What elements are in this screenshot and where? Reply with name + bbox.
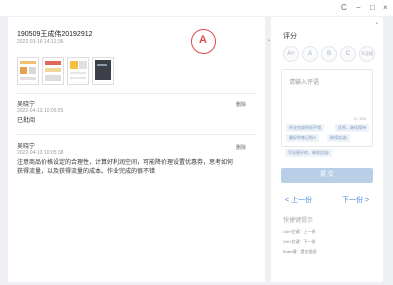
submission-panel: 190509王成伟20192912 2022-03-16 14:12:36 A …: [8, 17, 271, 282]
submission-title: 190509王成伟20192912: [17, 31, 93, 38]
char-counter: 0 / 100: [353, 116, 366, 121]
grade-option-a-plus[interactable]: A+: [283, 46, 299, 62]
grade-stamp: A: [191, 29, 216, 54]
clipped-menu-strip: ▬▬ ▬▬ ▬▬ ▬▬▬▬ ▬▬: [0, 0, 393, 3]
browser-top-bar: ▬▬ ▬▬ ▬▬ ▬▬▬▬ ▬▬ C − □ ×: [0, 0, 393, 16]
submission-date: 2022-03-16 14:12:36: [17, 39, 64, 45]
grade-option-c[interactable]: C: [340, 46, 356, 62]
comment-author: 吴晓宁: [17, 102, 36, 108]
grade-option-b[interactable]: B: [321, 46, 337, 62]
shortcuts-title: 快捷键提示: [283, 218, 314, 224]
minimize-icon[interactable]: −: [356, 3, 361, 13]
grade-option-fail[interactable]: 不及格: [359, 46, 375, 62]
delete-comment-button[interactable]: 删除: [236, 144, 246, 151]
quick-phrase-chip[interactable]: 优秀，继续保持: [335, 124, 369, 132]
attachment-thumbnail[interactable]: [67, 57, 89, 85]
divider: [17, 93, 256, 94]
shortcut-hint: Ctrl+左键：上一份: [283, 229, 316, 234]
previous-submission-link[interactable]: < 上一份: [285, 195, 312, 205]
comment-date: 2022-04-13 10:05:38: [17, 150, 64, 156]
shortcut-hint: Ctrl+右键：下一份: [283, 239, 316, 244]
quick-phrase-chip[interactable]: 继续加油!: [327, 134, 351, 142]
grade-option-a[interactable]: A: [302, 46, 318, 62]
scroll-up-arrow-icon[interactable]: ▲: [375, 20, 379, 25]
maximize-icon[interactable]: □: [370, 3, 375, 13]
delete-comment-button[interactable]: 删除: [236, 101, 246, 108]
attachment-thumbnail[interactable]: [42, 57, 64, 85]
divider: [17, 134, 256, 135]
quick-phrase-chip[interactable]: 最好的笔记啦!!!: [286, 134, 320, 142]
close-icon[interactable]: ×: [383, 3, 388, 13]
comment-text: 已批阅: [17, 118, 36, 124]
shortcut-hint: Enter键：提交批阅: [283, 249, 317, 254]
comment-input[interactable]: 请输入评语 0 / 100 作业完成的很不错 优秀，继续保持 最好的笔记啦!!!…: [281, 69, 373, 147]
comment-placeholder: 请输入评语: [289, 80, 320, 86]
submit-review-button[interactable]: 提 交: [281, 168, 373, 183]
next-submission-link[interactable]: 下一份 >: [342, 195, 369, 205]
review-title: 评分: [283, 33, 297, 40]
grade-stamp-letter: A: [199, 34, 207, 46]
quick-phrase-chip[interactable]: 作业完成的很不错: [286, 124, 324, 132]
attachment-thumbnail[interactable]: [92, 57, 114, 85]
comment-date: 2022-04-13 10:05:55: [17, 108, 64, 114]
review-panel: 评分 ▲ A+ A B C 不及格 请输入评语 0 / 100 作业完成的很不错…: [271, 17, 383, 282]
comment-author: 吴晓宁: [17, 144, 36, 150]
quick-phrase-chip[interactable]: 写出更好的，继续加油!: [285, 149, 333, 157]
refresh-icon[interactable]: C: [341, 3, 347, 13]
comment-text: 注意商品价格设定的合理性，计算好利润空间，可能降价理设置优惠券，思考如何获得流量…: [17, 160, 234, 175]
attachment-thumbnail[interactable]: [17, 57, 39, 85]
